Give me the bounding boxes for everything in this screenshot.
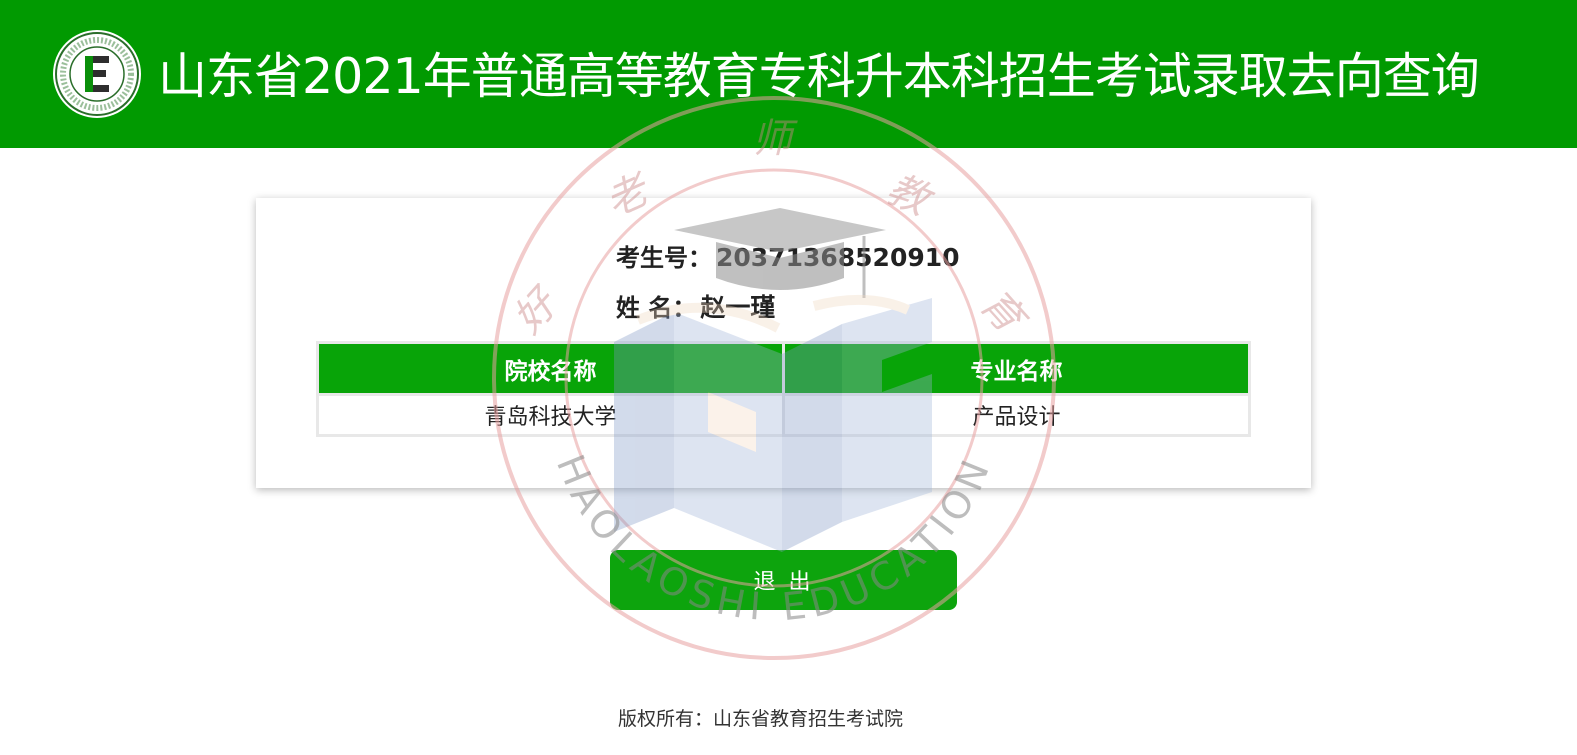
candidate-name-label: 姓 名： — [616, 294, 697, 322]
candidate-id-row: 考生号： 20371368520910 — [616, 238, 960, 273]
major-name-cell: 产品设计 — [785, 396, 1248, 434]
candidate-id-value: 20371368520910 — [716, 243, 960, 272]
logout-button[interactable]: 退 出 — [610, 550, 957, 610]
page: 山东省2021年普通高等教育专科升本科招生考试录取去向查询 考生号： 203713… — [0, 0, 1577, 755]
column-header-school: 院校名称 — [319, 344, 782, 393]
exam-authority-emblem-icon — [53, 30, 141, 118]
candidate-id-label: 考生号： — [616, 244, 712, 272]
school-name-cell: 青岛科技大学 — [319, 396, 782, 434]
admission-result-table: 院校名称 专业名称 青岛科技大学 产品设计 — [316, 341, 1251, 437]
candidate-name-value: 赵一瑾 — [700, 293, 776, 322]
table-row: 青岛科技大学 产品设计 — [319, 396, 1248, 434]
page-title: 山东省2021年普通高等教育专科升本科招生考试录取去向查询 — [158, 48, 1480, 105]
table-header-row: 院校名称 专业名称 — [319, 344, 1248, 393]
result-card: 考生号： 20371368520910 姓 名： 赵一瑾 院校名称 专业名称 青岛科… — [256, 198, 1311, 488]
column-header-major: 专业名称 — [785, 344, 1248, 393]
footer: 版权所有：山东省教育招生考试院 — [0, 704, 1577, 731]
copyright-text: 版权所有：山东省教育招生考试院 — [617, 708, 903, 730]
site-header: 山东省2021年普通高等教育专科升本科招生考试录取去向查询 — [0, 0, 1577, 148]
candidate-name-row: 姓 名： 赵一瑾 — [616, 288, 775, 324]
